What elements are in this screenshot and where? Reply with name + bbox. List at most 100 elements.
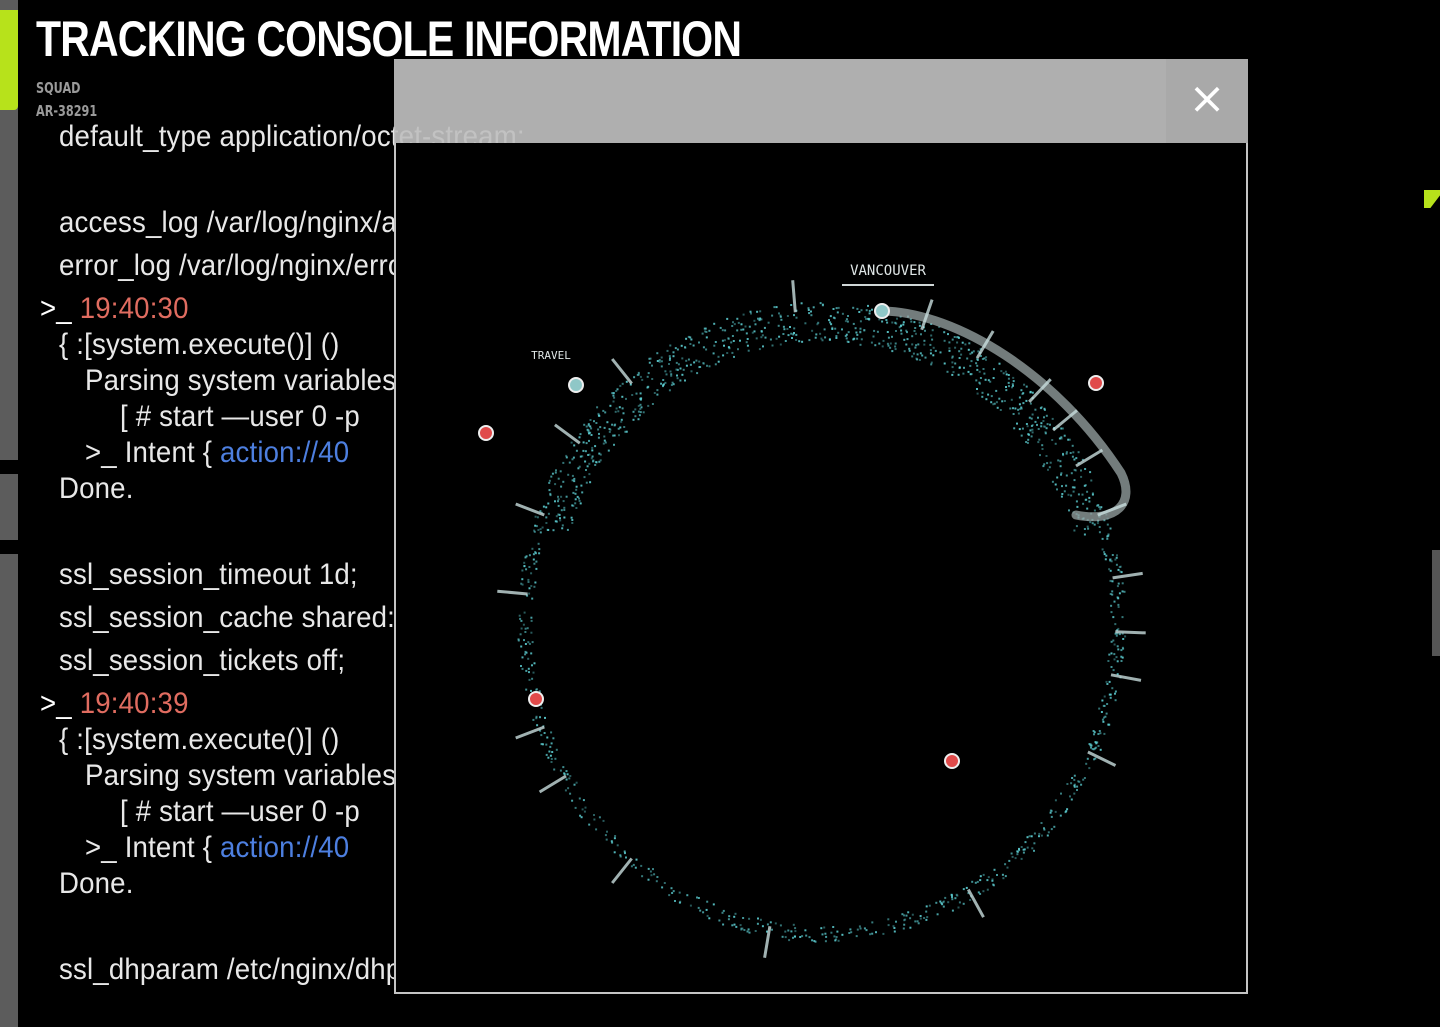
globe-dot bbox=[1000, 370, 1003, 373]
globe-dot bbox=[539, 716, 541, 719]
globe-dot bbox=[575, 781, 578, 784]
globe-dot bbox=[558, 513, 561, 516]
globe-dot bbox=[742, 917, 745, 919]
globe-dot bbox=[523, 639, 525, 642]
globe-dot bbox=[612, 394, 615, 397]
globe-spike bbox=[554, 423, 581, 445]
globe-dot bbox=[574, 502, 577, 505]
globe-dot bbox=[1040, 834, 1043, 837]
globe-dot bbox=[1113, 600, 1116, 603]
globe-dot bbox=[832, 926, 835, 928]
globe-dot bbox=[520, 645, 523, 648]
globe-dot bbox=[1102, 704, 1105, 707]
globe-dot bbox=[1093, 523, 1096, 526]
globe-dot bbox=[539, 531, 542, 534]
globe-dot bbox=[724, 329, 727, 332]
app-screen: default_type application/octet-stream; a… bbox=[0, 0, 1440, 1027]
globe-dot bbox=[559, 470, 562, 473]
globe-dot bbox=[687, 358, 690, 361]
close-icon: × bbox=[1188, 73, 1226, 124]
globe-dot bbox=[540, 706, 543, 709]
globe-dot bbox=[1073, 479, 1076, 482]
location-marker[interactable] bbox=[944, 753, 960, 769]
globe-dot bbox=[668, 363, 670, 365]
globe-dot bbox=[909, 917, 912, 920]
globe-dot bbox=[931, 338, 934, 341]
globe-dot bbox=[935, 901, 938, 904]
globe-dot bbox=[766, 923, 769, 926]
globe-dot bbox=[545, 753, 548, 756]
globe-spike bbox=[791, 280, 797, 313]
globe-dot bbox=[904, 918, 907, 921]
location-marker[interactable] bbox=[478, 425, 494, 441]
location-marker[interactable] bbox=[528, 691, 544, 707]
globe-dot bbox=[560, 495, 563, 498]
globe-dot bbox=[733, 923, 736, 926]
globe-dot bbox=[756, 310, 759, 313]
globe-dot bbox=[910, 320, 913, 323]
globe-dot bbox=[847, 331, 850, 334]
globe-dot bbox=[578, 436, 581, 439]
globe-dot bbox=[1106, 523, 1109, 526]
globe-dot bbox=[741, 927, 744, 930]
intent-action-link[interactable]: action://40 bbox=[220, 831, 349, 864]
globe-dot bbox=[550, 475, 553, 478]
globe-dot bbox=[911, 913, 914, 916]
globe-dot bbox=[805, 934, 808, 937]
location-marker[interactable] bbox=[1088, 375, 1104, 391]
globe-dot bbox=[1012, 380, 1015, 383]
globe-dot bbox=[583, 810, 586, 813]
location-marker[interactable] bbox=[874, 303, 890, 319]
globe-dot bbox=[779, 343, 782, 346]
globe-dot bbox=[1020, 857, 1023, 860]
globe-dot bbox=[533, 529, 536, 532]
console-line: [ # start —user 0 -p bbox=[120, 795, 360, 828]
edge-scroll-bar[interactable] bbox=[1432, 550, 1440, 656]
globe-dot bbox=[759, 317, 762, 320]
globe-dot bbox=[1075, 525, 1078, 528]
globe-dot bbox=[835, 936, 838, 938]
globe-dot bbox=[1041, 448, 1044, 450]
globe-dot bbox=[1005, 389, 1008, 392]
globe-dot bbox=[1103, 732, 1106, 735]
globe-dot bbox=[900, 332, 903, 335]
globe-dot bbox=[632, 863, 635, 866]
globe-dot bbox=[917, 343, 920, 346]
globe-dot bbox=[1059, 465, 1062, 468]
globe-dot bbox=[912, 352, 915, 355]
globe-dot bbox=[635, 858, 638, 861]
globe-dot bbox=[648, 361, 651, 364]
globe-dot bbox=[560, 485, 563, 488]
globe-dot bbox=[958, 901, 961, 904]
globe-dot bbox=[548, 489, 551, 492]
globe-dot bbox=[887, 918, 890, 921]
globe-dot bbox=[589, 481, 592, 484]
globe-dot bbox=[763, 326, 766, 329]
globe-dot bbox=[819, 302, 822, 305]
globe-dot bbox=[1116, 585, 1119, 588]
globe-dot bbox=[714, 341, 717, 343]
globe-dot bbox=[771, 314, 774, 317]
globe-dot bbox=[881, 320, 884, 323]
globe-dot bbox=[903, 914, 906, 917]
globe-dot bbox=[745, 332, 748, 335]
globe-dot bbox=[652, 868, 654, 871]
globe-dot bbox=[795, 333, 798, 336]
globe-dot bbox=[593, 814, 595, 816]
location-marker[interactable] bbox=[568, 377, 584, 393]
globe-dot bbox=[579, 502, 582, 505]
globe-dot bbox=[1073, 778, 1076, 781]
globe-dot bbox=[995, 401, 998, 404]
globe-spike bbox=[1075, 448, 1104, 468]
globe-dot bbox=[976, 392, 979, 395]
globe-dot bbox=[1045, 414, 1048, 417]
close-button[interactable]: × bbox=[1166, 59, 1248, 143]
globe-dot bbox=[642, 411, 645, 414]
console-line: Parsing system variables bbox=[85, 759, 397, 792]
globe-dot bbox=[903, 338, 906, 341]
globe-dot bbox=[942, 901, 945, 904]
globe-dot bbox=[832, 316, 835, 319]
globe-spike bbox=[1052, 409, 1078, 432]
intent-action-link[interactable]: action://40 bbox=[220, 436, 349, 469]
globe-dot bbox=[976, 880, 979, 883]
